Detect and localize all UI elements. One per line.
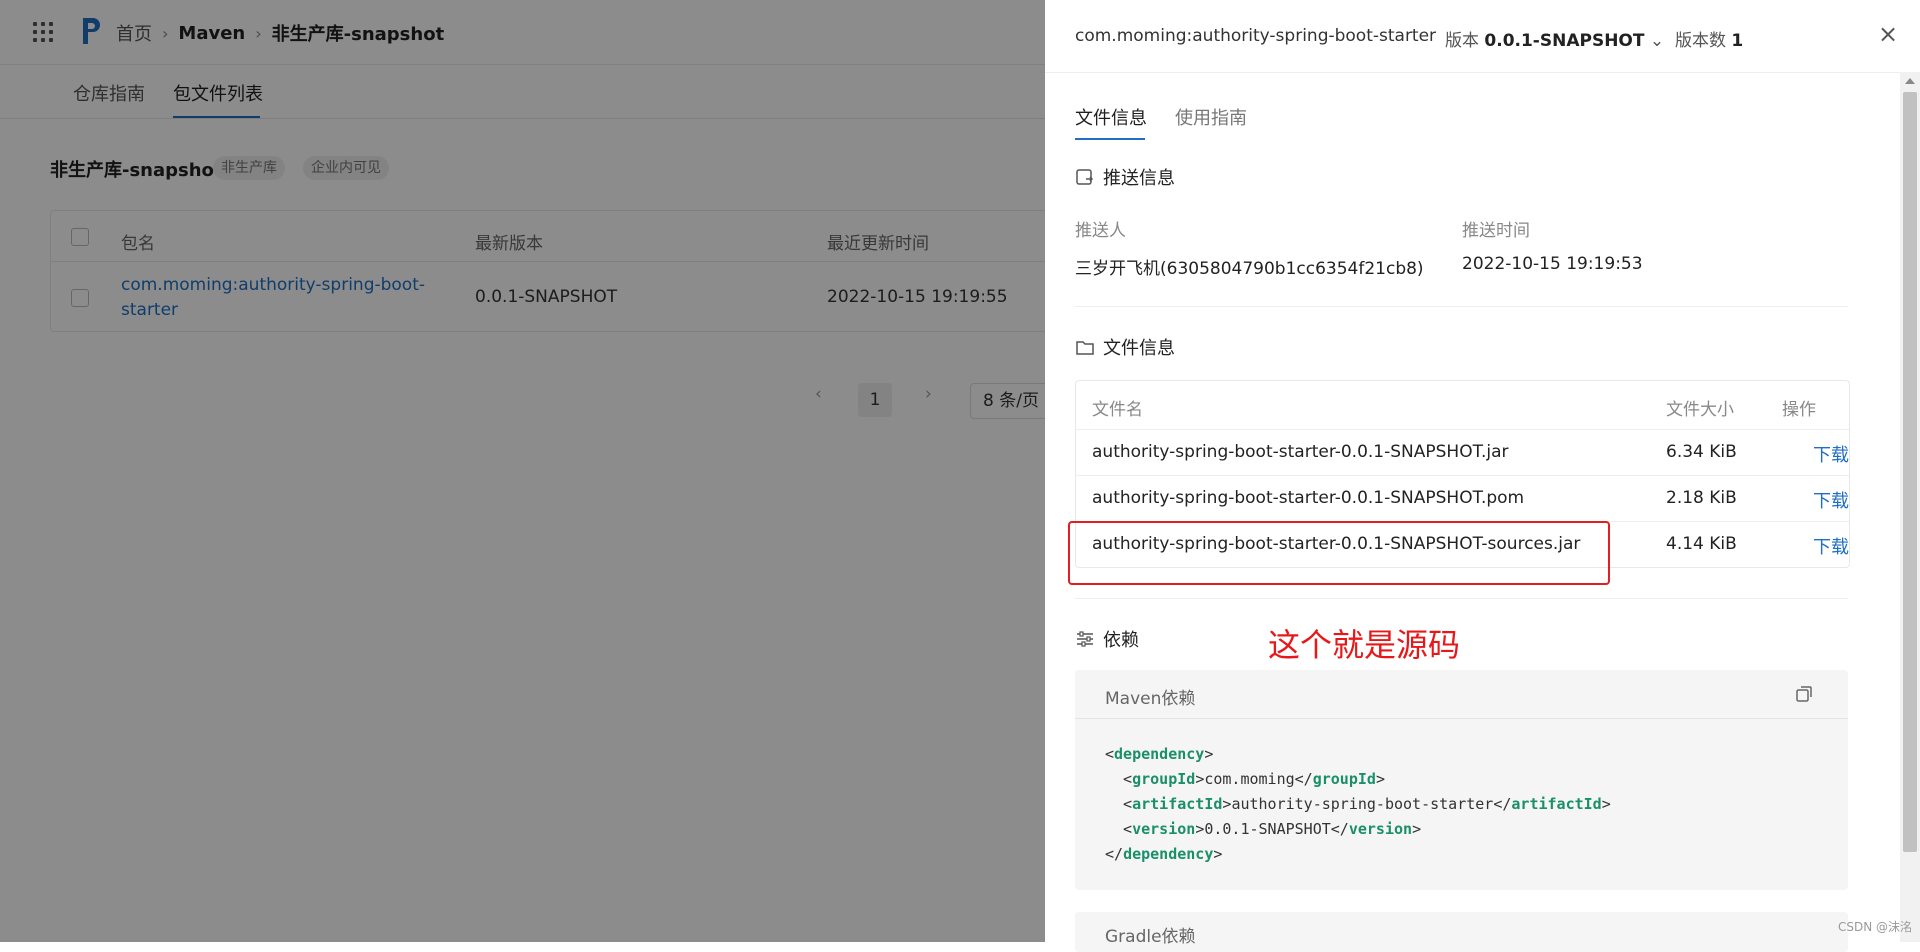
package-detail-drawer: com.moming:authority-spring-boot-starter… — [1045, 0, 1920, 952]
file-name: authority-spring-boot-starter-0.0.1-SNAP… — [1092, 442, 1509, 462]
file-size: 2.18 KiB — [1666, 488, 1737, 508]
scroll-up-arrow-icon[interactable] — [1905, 78, 1915, 84]
maven-dependency-code: <dependency> <groupId>com.moming</groupI… — [1105, 745, 1611, 863]
annotation-highlight-box — [1068, 521, 1610, 585]
pusher-value: 三岁开飞机(6305804790b1cc6354f21cb8) — [1075, 259, 1424, 279]
tab-active-indicator — [1075, 138, 1145, 140]
scrollbar-thumb[interactable] — [1903, 92, 1917, 852]
divider — [1075, 306, 1848, 307]
column-header: 文件名 — [1092, 400, 1143, 420]
gradle-dependency-box: Gradle依赖 — [1075, 912, 1848, 952]
divider — [1076, 475, 1849, 476]
file-size: 6.34 KiB — [1666, 442, 1737, 462]
file-size: 4.14 KiB — [1666, 534, 1737, 554]
copy-icon[interactable] — [1794, 684, 1814, 704]
gradle-dependency-title: Gradle依赖 — [1105, 927, 1196, 947]
watermark: CSDN @沫洺 — [1838, 920, 1913, 934]
maven-dependency-title: Maven依赖 — [1105, 689, 1196, 709]
close-icon[interactable]: × — [1878, 22, 1898, 46]
section-title: 推送信息 — [1103, 168, 1175, 189]
version-count-label: 版本数 — [1675, 31, 1726, 51]
push-time-value: 2022-10-15 19:19:53 — [1462, 254, 1643, 274]
column-header: 操作 — [1782, 400, 1816, 420]
drawer-title: com.moming:authority-spring-boot-starter — [1075, 26, 1437, 46]
version-value: 0.0.1-SNAPSHOT — [1484, 31, 1645, 51]
code-header: Maven依赖 — [1075, 670, 1848, 719]
version-count-value: 1 — [1731, 31, 1744, 51]
divider — [1076, 429, 1849, 430]
folder-icon — [1076, 341, 1094, 355]
annotation-text: 这个就是源码 — [1268, 626, 1461, 664]
tab-usage-guide[interactable]: 使用指南 — [1175, 104, 1247, 130]
file-name: authority-spring-boot-starter-0.0.1-SNAP… — [1092, 488, 1525, 508]
file-info-heading: 文件信息 — [1075, 334, 1175, 360]
version-count: 版本数 1 — [1675, 26, 1743, 51]
push-time-label: 推送时间 — [1462, 221, 1530, 241]
version-label: 版本 — [1445, 31, 1479, 51]
push-icon — [1076, 169, 1094, 185]
dependency-heading: 依赖 — [1075, 626, 1139, 652]
drawer-header: com.moming:authority-spring-boot-starter… — [1045, 0, 1920, 73]
pusher-label: 推送人 — [1075, 221, 1126, 241]
download-link[interactable]: 下载 — [1813, 533, 1849, 559]
sliders-icon — [1077, 631, 1093, 647]
version-select[interactable]: 版本 0.0.1-SNAPSHOT ⌄ — [1445, 26, 1664, 51]
section-title: 依赖 — [1103, 630, 1139, 651]
divider — [1075, 598, 1848, 599]
column-header: 文件大小 — [1666, 400, 1734, 420]
chevron-down-icon: ⌄ — [1649, 31, 1665, 51]
tab-file-info[interactable]: 文件信息 — [1075, 104, 1147, 130]
download-link[interactable]: 下载 — [1813, 487, 1849, 513]
section-title: 文件信息 — [1103, 338, 1175, 359]
maven-dependency-box: Maven依赖 <dependency> <groupId>com.moming… — [1075, 670, 1848, 890]
push-info-heading: 推送信息 — [1075, 164, 1175, 190]
modal-overlay[interactable] — [0, 0, 1045, 942]
download-link[interactable]: 下载 — [1813, 441, 1849, 467]
